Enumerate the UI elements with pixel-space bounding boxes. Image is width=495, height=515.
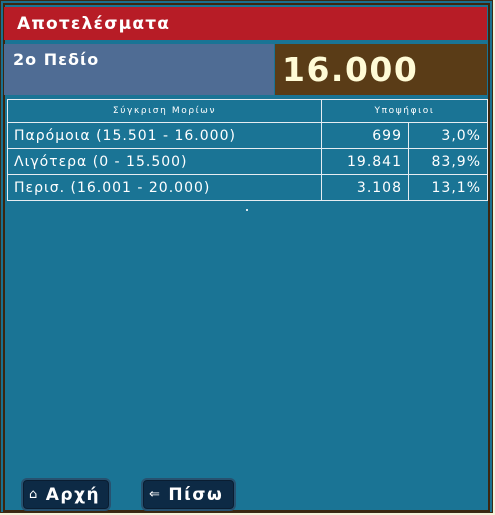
score-value: 16.000 [275, 44, 487, 95]
row-percent: 13,1% [408, 174, 488, 201]
table-header-row: Σύγκριση Μορίων Υποψήφιοι [7, 99, 488, 123]
field-label: 2ο Πεδίο [4, 44, 274, 95]
row-label: Λιγότερα (0 - 15.500) [7, 148, 322, 175]
back-button-label: Πίσω [168, 484, 224, 505]
column-header-candidates: Υποψήφιοι [321, 99, 488, 123]
row-count: 699 [321, 122, 409, 149]
page-title: Αποτελέσματα [4, 7, 487, 40]
app-frame: Αποτελέσματα 2ο Πεδίο 16.000 Σύγκριση Μο… [0, 0, 493, 513]
row-percent: 3,0% [408, 122, 488, 149]
row-label: Περισ. (16.001 - 20.000) [7, 174, 322, 201]
back-arrow-icon: ⇐ [149, 487, 162, 502]
column-header-comparison: Σύγκριση Μορίων [7, 99, 322, 123]
separator-dot [246, 209, 248, 211]
table-row: Παρόμοια (15.501 - 16.000) 699 3,0% [7, 122, 488, 149]
back-button[interactable]: ⇐ Πίσω [141, 478, 236, 511]
row-label: Παρόμοια (15.501 - 16.000) [7, 122, 322, 149]
home-button[interactable]: ⌂ Αρχή [21, 478, 111, 511]
table-row: Περισ. (16.001 - 20.000) 3.108 13,1% [7, 174, 488, 201]
row-percent: 83,9% [408, 148, 488, 175]
row-count: 19.841 [321, 148, 409, 175]
row-count: 3.108 [321, 174, 409, 201]
home-icon: ⌂ [29, 487, 39, 502]
table-row: Λιγότερα (0 - 15.500) 19.841 83,9% [7, 148, 488, 175]
comparison-table: Σύγκριση Μορίων Υποψήφιοι Παρόμοια (15.5… [7, 99, 488, 201]
home-button-label: Αρχή [45, 484, 101, 505]
